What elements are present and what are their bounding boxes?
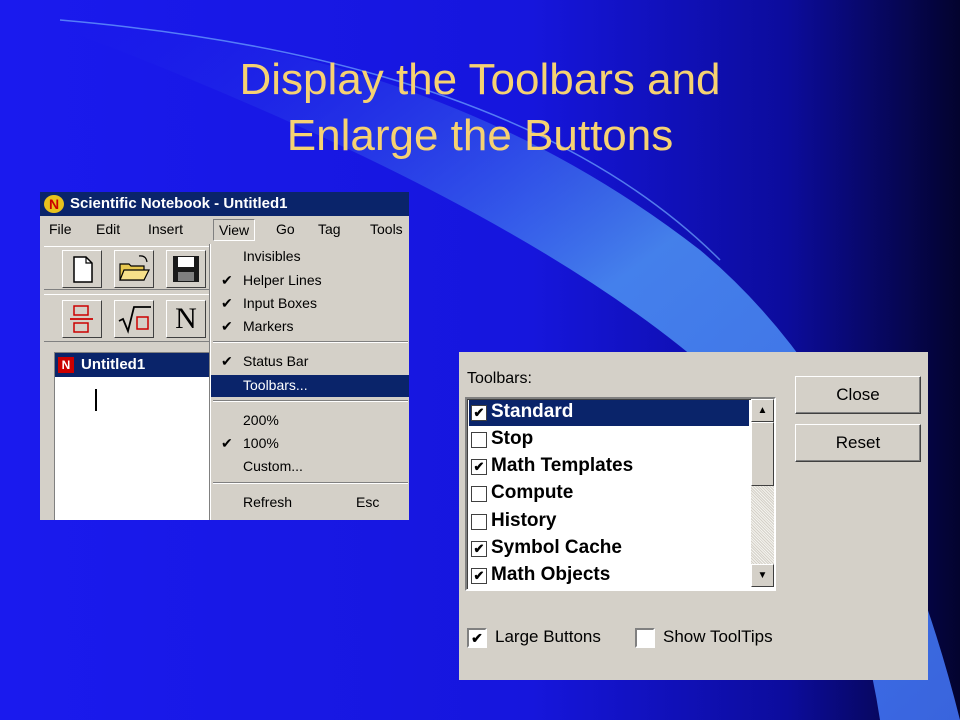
toolbar-item-math-templates[interactable]: ✔ Math Templates [469, 454, 749, 480]
toolbar-item-label: Compute [491, 482, 574, 503]
open-folder-icon [119, 255, 150, 281]
radical-icon [118, 306, 151, 334]
check-icon: ✔ [221, 272, 233, 288]
window-title: Scientific Notebook - Untitled1 [70, 195, 288, 212]
check-icon: ✔ [221, 353, 233, 369]
document-icon: N [58, 357, 74, 373]
menu-item-input-boxes[interactable]: ✔ Input Boxes [211, 293, 409, 315]
toolbar-item-history[interactable]: History [469, 509, 749, 535]
new-file-icon [73, 256, 93, 283]
checkbox-unchecked[interactable] [471, 486, 487, 502]
toolbar-item-math-objects[interactable]: ✔ Math Objects [469, 563, 749, 589]
menu-item-label: Markers [243, 318, 294, 334]
menu-view[interactable]: View [213, 219, 256, 241]
fraction-button[interactable] [62, 300, 102, 338]
listbox-scrollbar[interactable]: ▲ ▼ [751, 399, 774, 587]
menu-tools[interactable]: Tools [370, 221, 403, 237]
toolbars-listbox[interactable]: ✔ Standard Stop ✔ Math Templates Compute… [465, 397, 776, 591]
menu-item-custom[interactable]: Custom... [211, 456, 409, 478]
toolbar-item-stop[interactable]: Stop [469, 427, 749, 453]
show-tooltips-option[interactable]: Show ToolTips [635, 627, 805, 649]
text-caret [95, 389, 97, 411]
menu-bar: File Edit Insert View Go Tag Tools [40, 217, 409, 243]
open-folder-button[interactable] [114, 250, 154, 288]
check-icon: ✔ [221, 318, 233, 334]
save-disk-icon [173, 256, 199, 282]
menu-item-markers[interactable]: ✔ Markers [211, 316, 409, 338]
menu-separator [213, 400, 408, 402]
menu-item-zoom-200[interactable]: 200% [211, 410, 409, 432]
menu-item-label: Toolbars... [243, 377, 308, 393]
document-titlebar: N Untitled1 [55, 353, 213, 377]
app-logo-icon: N [44, 195, 64, 213]
scroll-down-arrow-icon[interactable]: ▼ [751, 564, 774, 587]
toolbar-item-label: Math Objects [491, 564, 611, 585]
checkbox-unchecked[interactable] [471, 514, 487, 530]
toolbar-item-label: Math Templates [491, 455, 634, 476]
document-window: N Untitled1 [54, 352, 214, 520]
radical-button[interactable] [114, 300, 154, 338]
check-icon: ✔ [221, 435, 233, 451]
menu-item-label: Custom... [243, 458, 303, 474]
menu-go[interactable]: Go [276, 221, 295, 237]
toolbar-item-label: Stop [491, 428, 534, 449]
menu-item-label: Refresh [243, 494, 293, 510]
title-line-1: Display the Toolbars and [239, 55, 721, 104]
menu-tag[interactable]: Tag [318, 221, 341, 237]
menu-item-status-bar[interactable]: ✔ Status Bar [211, 351, 409, 373]
window-titlebar: N Scientific Notebook - Untitled1 [40, 192, 409, 216]
toolbar-item-label: History [491, 510, 557, 531]
checkbox-checked[interactable]: ✔ [471, 541, 487, 557]
large-buttons-option[interactable]: ✔ Large Buttons [467, 627, 627, 649]
menu-separator [213, 341, 408, 343]
save-button[interactable] [166, 250, 206, 288]
scientific-notebook-window: N Scientific Notebook - Untitled1 File E… [40, 192, 409, 520]
menu-item-invisibles[interactable]: Invisibles [211, 246, 409, 268]
show-tooltips-label: Show ToolTips [663, 627, 773, 646]
toolbar-item-compute[interactable]: Compute [469, 481, 749, 507]
menu-item-label: Input Boxes [243, 295, 317, 311]
menu-item-label: Invisibles [243, 248, 301, 264]
view-menu-dropdown: Invisibles ✔ Helper Lines ✔ Input Boxes … [210, 244, 409, 520]
toolbar-item-label: Standard [491, 401, 574, 422]
menu-item-refresh[interactable]: Refresh Esc [211, 492, 409, 514]
scrollbar-thumb[interactable] [751, 422, 774, 486]
large-buttons-label: Large Buttons [495, 627, 601, 646]
show-tooltips-checkbox[interactable] [635, 628, 655, 648]
slide-title: Display the Toolbars and Enlarge the But… [160, 52, 800, 164]
document-title: Untitled1 [81, 356, 146, 373]
toolbars-dialog: Toolbars: ✔ Standard Stop ✔ Math Templat… [459, 352, 928, 680]
reset-button[interactable]: Reset [795, 424, 921, 462]
checkbox-unchecked[interactable] [471, 432, 487, 448]
menu-edit[interactable]: Edit [96, 221, 120, 237]
menu-separator [213, 482, 408, 484]
checkbox-checked[interactable]: ✔ [471, 459, 487, 475]
toolbar-item-standard[interactable]: ✔ Standard [469, 400, 749, 426]
scroll-up-arrow-icon[interactable]: ▲ [751, 399, 774, 422]
title-line-2: Enlarge the Buttons [286, 111, 674, 160]
menu-item-label: Status Bar [243, 353, 309, 369]
menu-item-label: 100% [243, 435, 279, 451]
n-icon: N [175, 302, 197, 335]
menu-insert[interactable]: Insert [148, 221, 183, 237]
toolbar-item-label: Symbol Cache [491, 537, 622, 558]
menu-item-zoom-100[interactable]: ✔ 100% [211, 433, 409, 455]
toolbars-label: Toolbars: [467, 370, 532, 387]
menu-item-shortcut: Esc [356, 494, 380, 510]
menu-item-toolbars[interactable]: Toolbars... [211, 375, 409, 397]
fraction-icon [70, 305, 93, 333]
menu-file[interactable]: File [49, 221, 72, 237]
menu-item-label: Helper Lines [243, 272, 322, 288]
menu-item-label: 200% [243, 412, 279, 428]
large-buttons-checkbox[interactable]: ✔ [467, 628, 487, 648]
check-icon: ✔ [221, 295, 233, 311]
checkbox-checked[interactable]: ✔ [471, 405, 487, 421]
checkbox-checked[interactable]: ✔ [471, 568, 487, 584]
close-button[interactable]: Close [795, 376, 921, 414]
toolbar-item-symbol-cache[interactable]: ✔ Symbol Cache [469, 536, 749, 562]
new-file-button[interactable] [62, 250, 102, 288]
menu-item-helper-lines[interactable]: ✔ Helper Lines [211, 270, 409, 292]
n-button[interactable]: N [166, 300, 206, 338]
